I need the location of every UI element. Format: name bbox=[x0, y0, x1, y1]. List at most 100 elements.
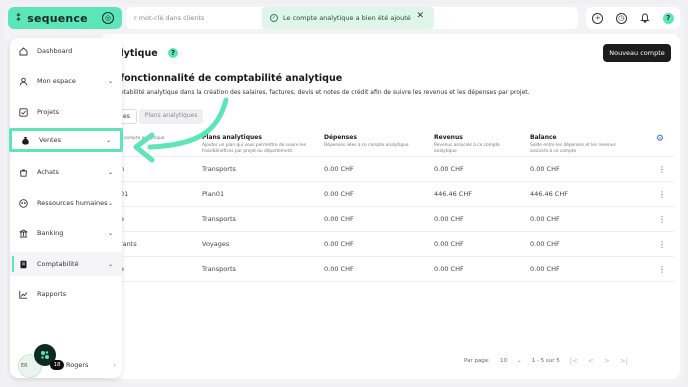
cell-expenses: 0.00 CHF bbox=[320, 181, 430, 208]
cell-revenue: 0.00 CHF bbox=[430, 156, 526, 183]
check-circle-icon: ✓ bbox=[270, 14, 278, 22]
chevron-down-icon: ⌄ bbox=[107, 168, 113, 176]
info-title: fonctionnalité de comptabilité analytiqu… bbox=[120, 73, 343, 84]
help-pill-icon[interactable]: ? bbox=[168, 48, 178, 58]
chevron-down-icon: ⌄ bbox=[105, 136, 111, 144]
user-name: Rogers bbox=[66, 361, 89, 369]
sidebar-item-label: Dashboard bbox=[37, 47, 73, 55]
gear-icon[interactable]: ⚙ bbox=[640, 134, 670, 144]
table-row[interactable]: e Transports 0.00 CHF 0.00 CHF 0.00 CHF … bbox=[116, 256, 674, 283]
top-bar: ⁑ sequence ◎ ✓ Le compte analytique a bi… bbox=[8, 7, 680, 29]
cell-plan: Voyages bbox=[198, 231, 320, 258]
chevron-right-icon: › bbox=[113, 361, 116, 369]
cell-plan: Transports bbox=[198, 256, 320, 283]
sidebar-item-label: Banking bbox=[37, 229, 64, 237]
user-profile[interactable]: ER 18 Rogers › bbox=[18, 344, 122, 378]
sidebar-item-ventes[interactable]: Ventes ⌄ bbox=[9, 128, 123, 152]
prev-page-icon[interactable]: < bbox=[588, 357, 594, 365]
shopping-bag-icon bbox=[19, 168, 28, 177]
cell-expenses: 0.00 CHF bbox=[320, 256, 430, 283]
next-page-icon[interactable]: > bbox=[604, 357, 610, 365]
sidebar-item-label: Achats bbox=[37, 168, 59, 176]
kebab-menu-icon[interactable]: ⋮ bbox=[636, 256, 674, 283]
sidebar-item-label: Projets bbox=[37, 108, 60, 116]
bank-icon bbox=[19, 228, 28, 238]
cell-expenses: 0.00 CHF bbox=[320, 206, 430, 233]
pagination: Par page: 10 ⌄ 1 - 5 sur 5 |< < > >| bbox=[464, 357, 628, 365]
cell-revenue: 0.00 CHF bbox=[430, 256, 526, 283]
user-initials: ER bbox=[21, 363, 28, 369]
checkbox-icon bbox=[19, 107, 28, 117]
main-panel: alytique ? Nouveau compte fonctionnalité… bbox=[100, 34, 680, 379]
cell-expenses: 0.00 CHF bbox=[320, 231, 430, 258]
page-range: 1 - 5 sur 5 bbox=[531, 358, 560, 364]
tab-analytic-plans[interactable]: Plans analytiques bbox=[138, 109, 204, 124]
help-icon[interactable]: ? bbox=[662, 12, 674, 24]
first-page-icon[interactable]: |< bbox=[570, 357, 578, 365]
col-header-revenue: Revenus Revenus associés à ce compte anal… bbox=[430, 132, 526, 158]
kebab-menu-icon[interactable]: ⋮ bbox=[636, 181, 674, 208]
add-icon[interactable]: + bbox=[592, 12, 604, 24]
chart-icon bbox=[19, 290, 28, 299]
chevron-down-icon[interactable]: ⌄ bbox=[517, 358, 522, 364]
table-header-row: e compte analytique Plans analytiques Ajo… bbox=[116, 132, 674, 158]
last-page-icon[interactable]: >| bbox=[620, 357, 628, 365]
success-toast: ✓ Le compte analytique a bien été ajouté… bbox=[262, 7, 434, 29]
sidebar-item-ressources-humaines[interactable]: Ressources humaines ⌄ bbox=[10, 191, 122, 215]
table-row[interactable]: 01 Plan01 0.00 CHF 446.46 CHF 446.46 CHF… bbox=[116, 181, 674, 208]
table-row[interactable]: e Transports 0.00 CHF 0.00 CHF 0.00 CHF … bbox=[116, 206, 674, 233]
cell-revenue: 0.00 CHF bbox=[430, 206, 526, 233]
cell-balance: 0.00 CHF bbox=[526, 256, 636, 283]
cell-name: n bbox=[116, 156, 198, 183]
people-icon bbox=[19, 198, 28, 208]
col-header-balance: Balance Solde entre les dépenses et les r… bbox=[526, 132, 636, 158]
cell-balance: 446.46 CHF bbox=[526, 181, 636, 208]
sidebar-item-label: Ventes bbox=[39, 136, 61, 144]
sidebar-item-label: Rapports bbox=[37, 290, 67, 298]
table-row[interactable]: rants Voyages 0.00 CHF 0.00 CHF 0.00 CHF… bbox=[116, 231, 674, 258]
info-text: otabilité analytique dans la création de… bbox=[120, 89, 530, 96]
sidebar-item-rapports[interactable]: Rapports bbox=[10, 282, 122, 306]
cell-name: rants bbox=[116, 231, 198, 258]
sidebar-item-mon-espace[interactable]: Mon espace ⌄ bbox=[10, 69, 122, 93]
close-icon[interactable]: ✕ bbox=[416, 11, 424, 21]
sidebar-item-achats[interactable]: Achats ⌄ bbox=[10, 160, 122, 184]
kebab-menu-icon[interactable]: ⋮ bbox=[636, 206, 674, 233]
chevron-down-icon: ⌄ bbox=[107, 77, 113, 85]
kebab-menu-icon[interactable]: ⋮ bbox=[636, 156, 674, 183]
col-header-name: e compte analytique bbox=[116, 132, 198, 158]
cell-revenue: 0.00 CHF bbox=[430, 231, 526, 258]
logo-mark-icon: ⁑ bbox=[16, 12, 22, 24]
tabs: es Plans analytiques bbox=[116, 109, 204, 124]
sidebar-item-label: Ressources humaines bbox=[37, 199, 108, 207]
table-row[interactable]: n Transports 0.00 CHF 0.00 CHF 0.00 CHF … bbox=[116, 156, 674, 183]
sidebar-item-dashboard[interactable]: Dashboard bbox=[10, 39, 122, 63]
sidebar-item-banking[interactable]: Banking ⌄ bbox=[10, 221, 122, 245]
per-page-select[interactable]: 10 bbox=[500, 358, 507, 364]
cell-balance: 0.00 CHF bbox=[526, 206, 636, 233]
top-icons: + ◷ ? bbox=[586, 7, 680, 29]
chevron-down-icon: ⌄ bbox=[107, 229, 113, 237]
brand-logo[interactable]: ⁑ sequence ◎ bbox=[8, 7, 122, 29]
sidebar-item-comptabilite[interactable]: Comptabilité ⌄ bbox=[10, 252, 122, 276]
clock-icon[interactable]: ◷ bbox=[615, 12, 627, 24]
cell-plan: Plan01 bbox=[198, 181, 320, 208]
sidebar-item-projets[interactable]: Projets bbox=[10, 100, 122, 124]
cell-plan: Transports bbox=[198, 206, 320, 233]
cell-name: 01 bbox=[116, 181, 198, 208]
sidebar-item-label: Comptabilité bbox=[37, 260, 79, 268]
chevron-down-icon: ⌄ bbox=[107, 199, 113, 207]
ledger-icon bbox=[19, 260, 28, 269]
cell-name: e bbox=[116, 206, 198, 233]
notification-badge: 18 bbox=[50, 360, 64, 370]
per-page-label: Par page: bbox=[464, 358, 491, 364]
accounts-table: e compte analytique Plans analytiques Ajo… bbox=[116, 132, 674, 283]
sidebar-item-label: Mon espace bbox=[37, 77, 76, 85]
brand-name: sequence bbox=[27, 11, 88, 25]
chevron-down-icon: ⌄ bbox=[107, 260, 113, 268]
bell-icon[interactable] bbox=[639, 13, 650, 24]
kebab-menu-icon[interactable]: ⋮ bbox=[636, 231, 674, 258]
new-account-button[interactable]: Nouveau compte bbox=[603, 44, 671, 62]
cell-balance: 0.00 CHF bbox=[526, 156, 636, 183]
person-icon bbox=[19, 77, 28, 86]
